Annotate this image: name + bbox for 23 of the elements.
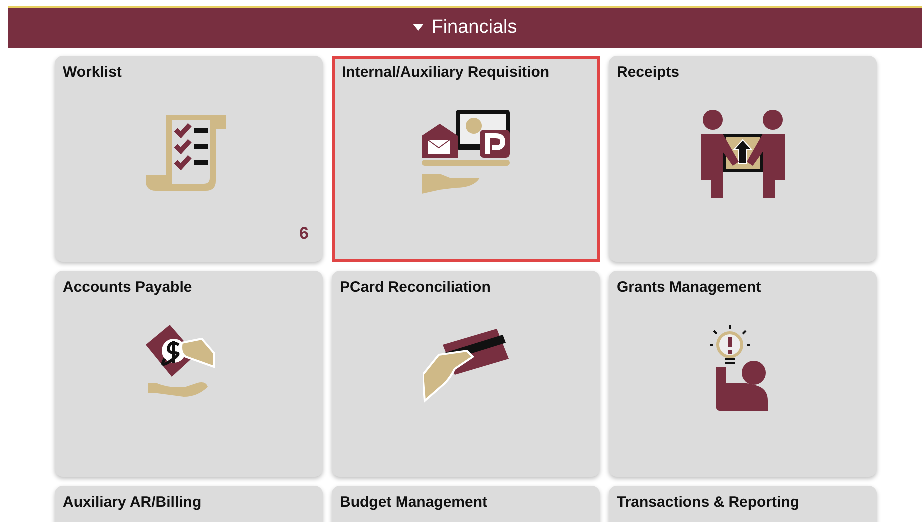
tile-title: Transactions & Reporting [617,494,801,512]
tile-title: PCard Reconciliation [340,279,492,297]
app-tile[interactable]: Worklist 6 [55,56,323,262]
tile-title: Worklist [63,64,123,82]
app-tile[interactable]: Grants Management [609,271,877,477]
tile-title: Receipts [617,64,681,82]
app-tile[interactable]: Budget Management [332,486,600,522]
people-exchanging-box-icon [699,110,787,198]
app-tile[interactable]: Auxiliary AR/Billing [55,486,323,522]
tile-title: Grants Management [617,279,762,297]
app-tile[interactable]: Accounts Payable [55,271,323,477]
section-header[interactable]: Financials [8,6,922,48]
tile-title: Accounts Payable [63,279,194,297]
section-title: Financials [432,16,518,40]
hand-holding-devices-icon [422,110,510,196]
app-tile[interactable]: Receipts [609,56,877,262]
tile-title: Budget Management [340,494,489,512]
app-tile[interactable]: Transactions & Reporting [609,486,877,522]
tile-title: Internal/Auxiliary Requisition [342,64,551,82]
app-tile[interactable]: Internal/Auxiliary Requisition [332,56,600,262]
item-count: 6 [300,222,309,244]
tile-title: Auxiliary AR/Billing [63,494,203,512]
app-tile[interactable]: PCard Reconciliation [332,271,600,477]
